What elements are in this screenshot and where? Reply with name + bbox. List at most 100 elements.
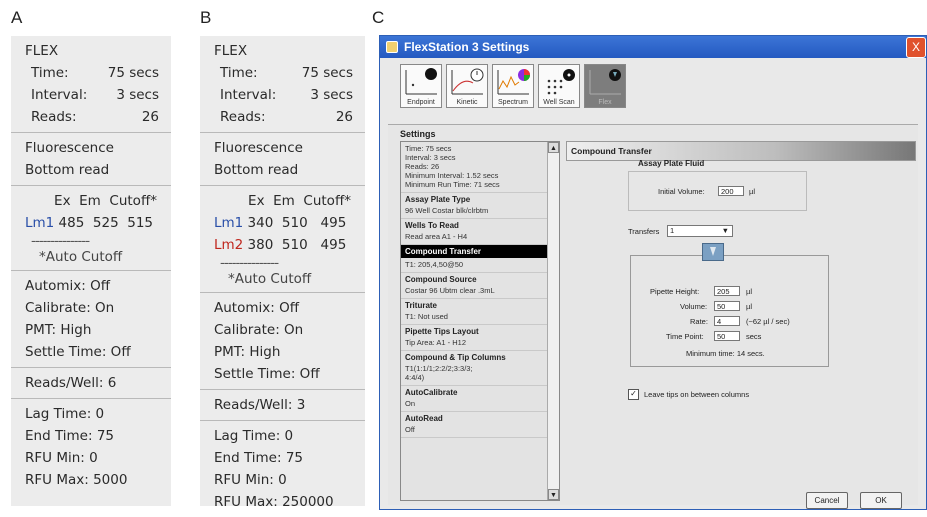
list-item[interactable]: Compound Source Costar 96 Ubtm clear .3mL xyxy=(401,273,559,299)
mode-bottom-read: Bottom read xyxy=(214,162,299,178)
settle-time: Settle Time: Off xyxy=(25,344,131,360)
initial-volume-unit: µl xyxy=(749,187,755,196)
mode-bottom-read: Bottom read xyxy=(25,162,110,178)
flex-title: FLEX xyxy=(25,43,59,59)
calibrate: Calibrate: On xyxy=(214,322,304,338)
close-button[interactable]: X xyxy=(906,37,926,58)
compound-transfer-panel: Compound Transfer Assay Plate Fluid Init… xyxy=(566,141,916,509)
endpoint-icon xyxy=(405,68,437,95)
auto-cutoff-note: *Auto Cutoff xyxy=(39,249,123,265)
reads-well-section: Reads/Well: 6 xyxy=(11,368,171,399)
time-row: Time: 75 secs xyxy=(31,65,159,81)
spectrum-icon xyxy=(497,69,530,95)
rfu-max: RFU Max: 5000 xyxy=(25,472,128,488)
scroll-down-arrow-icon[interactable]: ▼ xyxy=(548,489,559,500)
spectrum-mode-button[interactable]: Spectrum xyxy=(492,64,534,108)
kinetic-mode-button[interactable]: Kinetic xyxy=(446,64,488,108)
end-time: End Time: 75 xyxy=(214,450,304,466)
list-item-selected[interactable]: Compound Transfer T1: 205,4,50@50 xyxy=(401,245,559,273)
reads-per-well: Reads/Well: 6 xyxy=(25,375,117,391)
pmt: PMT: High xyxy=(214,344,281,360)
reads-row: Reads: 26 xyxy=(31,109,159,125)
rate-input[interactable]: 4 xyxy=(714,316,740,326)
end-time: End Time: 75 xyxy=(25,428,115,444)
chevron-down-icon: ▼ xyxy=(721,226,729,235)
pipette-height-label: Pipette Height: xyxy=(650,287,700,296)
list-item[interactable]: Pipette Tips Layout Tip Area: A1 - H12 xyxy=(401,325,559,351)
lm2-row: Lm2 380 510 495 xyxy=(214,237,347,253)
panel-letter-b: B xyxy=(200,8,212,27)
flexstation-settings-window: FlexStation 3 Settings X Endpoint Kineti… xyxy=(379,35,927,510)
panel-a: FLEX Time: 75 secs Interval: 3 secs Reads:… xyxy=(11,36,171,506)
initial-volume-label: Initial Volume: xyxy=(658,187,705,196)
time-point-input[interactable]: 50 xyxy=(714,331,740,341)
flex-section: FLEX Time: 75 secs Interval: 3 secs Reads:… xyxy=(11,36,171,133)
timing-section: Lag Time: 0 End Time: 75 RFU Min: 0 RFU … xyxy=(11,399,171,495)
options-section: Automix: Off Calibrate: On PMT: High Set… xyxy=(200,293,365,390)
lm1-row: Lm1 340 510 495 xyxy=(214,215,347,231)
rate-label: Rate: xyxy=(690,317,708,326)
volume-input[interactable]: 50 xyxy=(714,301,740,311)
divider-dashes: --------------- xyxy=(220,255,279,271)
wavelength-header: Ex Em Cutoff* xyxy=(248,193,351,209)
auto-cutoff-note: *Auto Cutoff xyxy=(228,271,312,287)
panel-b: FLEX Time: 75 secs Interval: 3 secs Reads:… xyxy=(200,36,365,510)
flex-icon xyxy=(589,69,621,95)
list-item[interactable]: AutoRead Off xyxy=(401,412,559,438)
list-item[interactable]: Wells To Read Read area A1 - H4 xyxy=(401,219,559,245)
list-item[interactable]: AutoCalibrate On xyxy=(401,386,559,412)
flex-mode-button[interactable]: Flex xyxy=(584,64,626,108)
endpoint-mode-button[interactable]: Endpoint xyxy=(400,64,442,108)
automix: Automix: Off xyxy=(25,278,111,294)
lm1-row: Lm1 485 525 515 xyxy=(25,215,154,231)
initial-volume-input[interactable]: 200 xyxy=(718,186,744,196)
mode-section: Fluorescence Bottom read xyxy=(200,133,365,186)
pipette-height-input[interactable]: 205 xyxy=(714,286,740,296)
kinetic-icon xyxy=(451,68,484,95)
transfers-select[interactable]: 1 ▼ xyxy=(667,225,733,237)
leave-tips-label: Leave tips on between columns xyxy=(644,390,750,399)
time-row: Time: 75 secs xyxy=(220,65,353,81)
assay-plate-fluid-title: Assay Plate Fluid xyxy=(638,159,705,168)
divider-dashes: --------------- xyxy=(31,233,90,249)
panel-letter-a: A xyxy=(11,8,23,27)
time-point-unit: secs xyxy=(746,332,762,341)
pipette-height-unit: µl xyxy=(746,287,752,296)
timing-section: Lag Time: 0 End Time: 75 RFU Min: 0 RFU … xyxy=(200,421,365,517)
read-mode-toolbar: Endpoint Kinetic Spectrum Well Scan Flex xyxy=(380,58,926,126)
options-section: Automix: Off Calibrate: On PMT: High Set… xyxy=(11,271,171,368)
list-item-summary: Time: 75 secs Interval: 3 secs Reads: 26… xyxy=(401,142,559,193)
automix: Automix: Off xyxy=(214,300,300,316)
settings-content: Settings Time: 75 secs Interval: 3 secs … xyxy=(388,124,918,509)
cancel-button[interactable]: Cancel xyxy=(806,492,848,509)
panel-letter-c: C xyxy=(372,8,385,27)
list-scrollbar[interactable]: ▲ ▼ xyxy=(547,142,559,500)
scroll-up-arrow-icon[interactable]: ▲ xyxy=(548,142,559,153)
reads-per-well: Reads/Well: 3 xyxy=(214,397,306,413)
title-bar[interactable]: FlexStation 3 Settings xyxy=(380,36,926,58)
leave-tips-checkbox[interactable]: ✓ xyxy=(628,389,639,400)
ok-button[interactable]: OK xyxy=(860,492,902,509)
panel-header: Compound Transfer xyxy=(566,141,916,161)
well-scan-icon xyxy=(547,69,575,95)
mode-section: Fluorescence Bottom read xyxy=(11,133,171,186)
wavelength-section: Ex Em Cutoff* Lm1 340 510 495 Lm2 380 51… xyxy=(200,186,365,293)
list-item[interactable]: Assay Plate Type 96 Well Costar blk/clrbt… xyxy=(401,193,559,219)
calibrate: Calibrate: On xyxy=(25,300,115,316)
settings-list[interactable]: Time: 75 secs Interval: 3 secs Reads: 26… xyxy=(400,141,560,501)
app-icon xyxy=(386,41,398,53)
minimum-time-note: Minimum time: 14 secs. xyxy=(686,349,765,358)
list-item[interactable]: Triturate T1: Not used xyxy=(401,299,559,325)
time-point-label: Time Point: xyxy=(666,332,704,341)
flex-section: FLEX Time: 75 secs Interval: 3 secs Reads:… xyxy=(200,36,365,133)
reads-row: Reads: 26 xyxy=(220,109,353,125)
pipette-tip-icon xyxy=(702,243,724,261)
lag-time: Lag Time: 0 xyxy=(25,406,105,422)
settings-title: Settings xyxy=(400,129,436,139)
flex-title: FLEX xyxy=(214,43,248,59)
transfers-label: Transfers xyxy=(628,227,660,236)
well-scan-mode-button[interactable]: Well Scan xyxy=(538,64,580,108)
rate-note: (~62 µl / sec) xyxy=(746,317,790,326)
volume-unit: µl xyxy=(746,302,752,311)
list-item[interactable]: Compound & Tip Columns T1(1:1/1;2:2/2;3:3… xyxy=(401,351,559,386)
